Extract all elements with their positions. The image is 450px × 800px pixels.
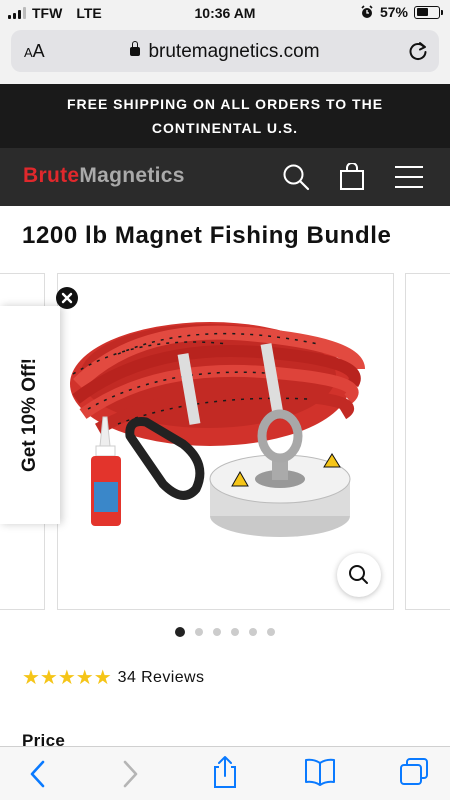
url-field[interactable]: brutemagnetics.com xyxy=(11,41,439,63)
product-title: 1200 lb Magnet Fishing Bundle xyxy=(22,222,392,249)
browser-toolbar xyxy=(0,746,450,800)
discount-text: Get 10% Off! xyxy=(19,357,40,473)
back-icon[interactable] xyxy=(26,759,50,789)
menu-icon[interactable] xyxy=(394,165,424,189)
close-icon xyxy=(61,292,73,304)
site-logo[interactable]: BruteMagnetics xyxy=(23,164,185,188)
forward-icon[interactable] xyxy=(118,759,142,789)
battery-icon xyxy=(414,5,443,19)
product-rating[interactable]: ★★★★★ 34 Reviews xyxy=(22,665,204,690)
gallery-dot[interactable] xyxy=(175,627,185,637)
tabs-icon[interactable] xyxy=(398,757,430,787)
product-image[interactable] xyxy=(57,273,394,610)
gallery-dot[interactable] xyxy=(231,628,239,636)
zoom-button[interactable] xyxy=(337,553,381,597)
discount-popup-tab[interactable]: Get 10% Off! xyxy=(0,306,60,524)
search-icon[interactable] xyxy=(282,163,310,191)
banner-line-1: FREE SHIPPING ON ALL ORDERS TO THE xyxy=(66,96,384,112)
free-shipping-banner: FREE SHIPPING ON ALL ORDERS TO THE CONTI… xyxy=(0,84,450,148)
site-header: BruteMagnetics xyxy=(0,148,450,206)
lock-icon xyxy=(130,41,141,56)
gallery-dot[interactable] xyxy=(267,628,275,636)
share-icon[interactable] xyxy=(210,755,240,789)
address-bar[interactable]: AA brutemagnetics.com xyxy=(11,30,439,72)
battery-percent: 57% xyxy=(379,4,408,20)
status-bar: TFW LTE 10:36 AM 57% xyxy=(0,0,450,26)
gallery-dot[interactable] xyxy=(213,628,221,636)
gallery-dot[interactable] xyxy=(249,628,257,636)
browser-address-area: AA brutemagnetics.com xyxy=(0,26,450,84)
alarm-icon xyxy=(361,5,373,18)
url-text: brutemagnetics.com xyxy=(148,41,320,62)
reload-icon[interactable] xyxy=(407,40,429,62)
zoom-icon xyxy=(349,565,368,584)
shopping-bag-icon[interactable] xyxy=(339,163,365,191)
gallery-dot[interactable] xyxy=(195,628,203,636)
gallery-pagination xyxy=(0,627,450,637)
gallery-next-slide[interactable] xyxy=(405,273,450,610)
bookmarks-icon[interactable] xyxy=(304,758,336,786)
rating-stars: ★★★★★ xyxy=(22,667,112,689)
review-count: 34 Reviews xyxy=(117,668,205,686)
close-popup-button[interactable] xyxy=(56,287,78,309)
banner-line-2: CONTINENTAL U.S. xyxy=(151,120,299,136)
